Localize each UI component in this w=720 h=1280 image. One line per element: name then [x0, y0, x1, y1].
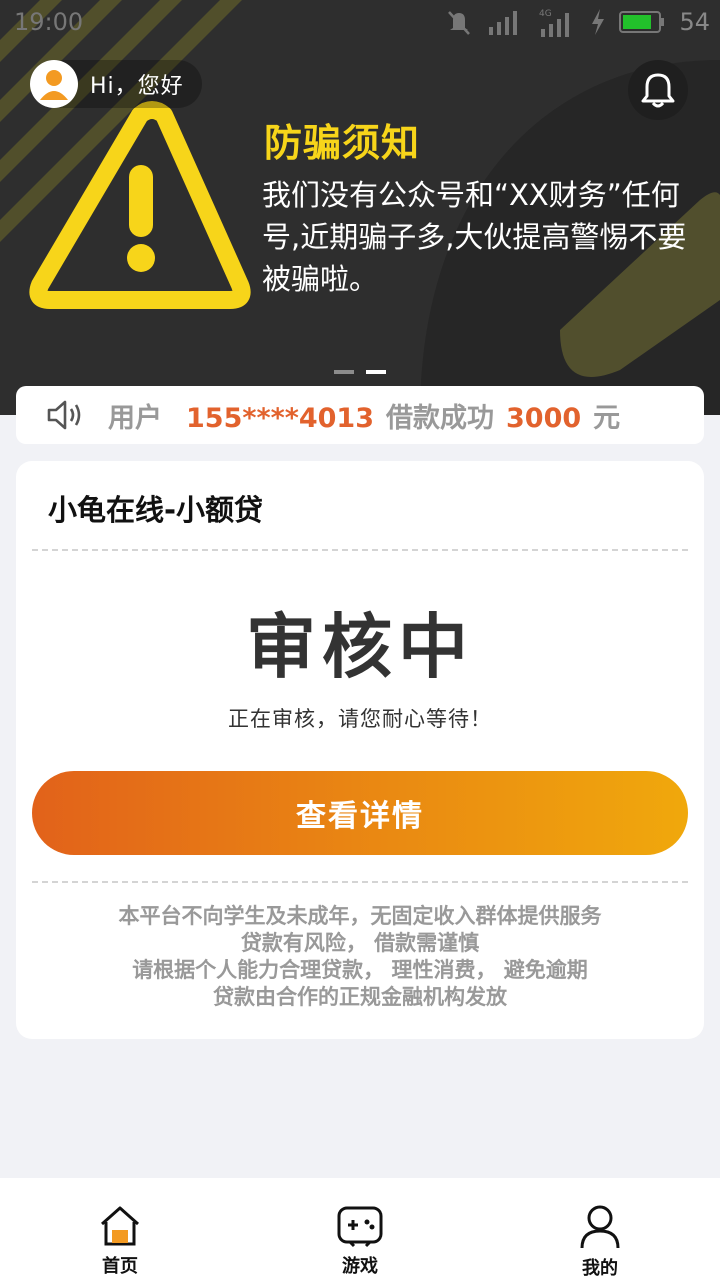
nav-item-mine[interactable]: 我的: [480, 1178, 720, 1280]
battery-level: 54: [679, 8, 710, 36]
ticker-prefix: 用户: [108, 402, 162, 434]
user-avatar-icon[interactable]: [30, 60, 78, 108]
notice-body: 我们没有公众号和“XX财务”任何号,近期骗子多,大伙提高警惕不要被骗啦。: [262, 178, 687, 296]
carousel-indicator: [334, 370, 386, 374]
carousel-dot[interactable]: [334, 370, 354, 374]
mute-icon: [448, 11, 471, 35]
ticker-middle: 借款成功: [386, 402, 494, 434]
banner-carousel[interactable]: 19:00 4G 54 Hi，您好 防骗须知 我们没有公众号和“XX财务”任何号…: [0, 0, 720, 415]
bell-icon: [641, 73, 675, 108]
app-screen: 19:00 4G 54 Hi，您好 防骗须知 我们没有公众号和“XX财务”任何号…: [0, 0, 720, 1280]
signal-4g-icon: 4G: [539, 9, 570, 37]
profile-icon: [580, 1205, 620, 1249]
gamepad-icon: [337, 1206, 383, 1248]
speaker-icon: [46, 398, 84, 432]
view-details-button[interactable]: 查看详情: [32, 771, 688, 855]
user-greeting[interactable]: Hi，您好: [30, 60, 202, 108]
disclaimer-line: 请根据个人能力合理贷款， 理性消费， 避免逾期: [132, 958, 588, 982]
product-name: 小龟在线-小额贷: [48, 493, 264, 527]
status-title: 审核中: [246, 606, 474, 688]
disclaimer-line: 贷款有风险， 借款需谨慎: [240, 931, 480, 955]
loan-status-card: 小龟在线-小额贷 审核中 正在审核，请您耐心等待！ 查看详情 本平台不向学生及未…: [16, 461, 704, 1039]
carousel-dot-active[interactable]: [366, 370, 386, 374]
nav-item-games[interactable]: 游戏: [240, 1178, 480, 1280]
ticker-unit: 元: [593, 402, 621, 434]
ticker-amount: 3000: [506, 402, 582, 434]
charging-icon: [592, 9, 605, 35]
nav-label-mine: 我的: [582, 1258, 618, 1279]
warning-triangle-icon: [29, 101, 251, 309]
divider: [32, 881, 688, 883]
notice-title: 防骗须知: [264, 121, 421, 165]
home-icon: [101, 1206, 139, 1246]
bottom-navigation: 首页 游戏 我的: [0, 1178, 720, 1280]
nav-label-home: 首页: [102, 1256, 138, 1277]
status-bar: 19:00 4G 54: [0, 0, 720, 44]
disclaimer-line: 贷款由合作的正规金融机构发放: [213, 985, 507, 1009]
status-subtitle: 正在审核，请您耐心等待！: [228, 707, 492, 731]
loan-ticker: 用户 155****4013 借款成功 3000 元: [16, 386, 704, 444]
status-time: 19:00: [14, 8, 84, 36]
disclaimer-line: 本平台不向学生及未成年，无固定收入群体提供服务: [118, 904, 602, 928]
greeting-text: Hi，您好: [90, 74, 184, 99]
disclaimer: 本平台不向学生及未成年，无固定收入群体提供服务 贷款有风险， 借款需谨慎 请根据…: [16, 903, 704, 1011]
nav-label-games: 游戏: [342, 1256, 378, 1277]
signal-icon: [489, 11, 518, 35]
divider: [32, 549, 688, 551]
nav-item-home[interactable]: 首页: [0, 1178, 240, 1280]
notification-button[interactable]: [628, 60, 688, 120]
battery-icon: [619, 11, 665, 33]
svg-text:4G: 4G: [539, 9, 552, 19]
ticker-phone: 155****4013: [186, 402, 374, 434]
